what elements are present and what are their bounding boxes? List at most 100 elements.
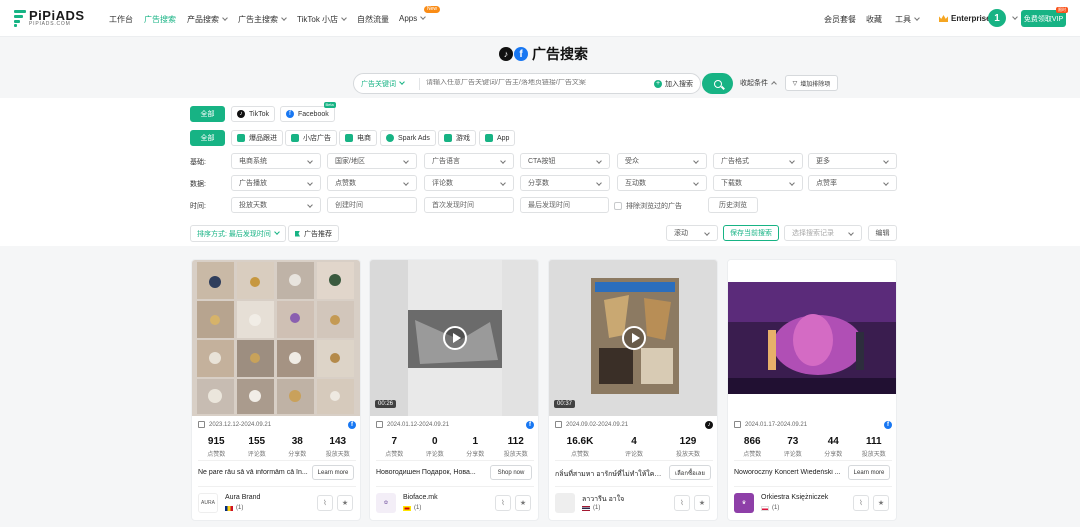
platform-tab-all[interactable]: 全部: [190, 106, 225, 122]
advertiser-name[interactable]: Bioface.mk: [403, 494, 438, 501]
star-icon[interactable]: ★: [337, 495, 353, 511]
type-tab-shop[interactable]: 小店广告: [285, 130, 337, 146]
nav-advertiser-search[interactable]: 广告主搜索: [238, 14, 287, 25]
stat-likes: 7 点赞数: [374, 436, 415, 458]
play-icon[interactable]: [622, 326, 646, 350]
star-icon[interactable]: ★: [515, 495, 531, 511]
search-type-label: 广告关键词: [361, 81, 396, 88]
type-tab-hot[interactable]: 爆品跟进: [231, 130, 283, 146]
nav-membership[interactable]: 会员套餐: [824, 14, 856, 25]
scroll-mode-select[interactable]: 滚动: [666, 225, 718, 241]
type-tab-game[interactable]: 游戏: [438, 130, 476, 146]
search-type-select[interactable]: 广告关键词: [361, 79, 405, 89]
filter-language[interactable]: 广告语言: [424, 153, 514, 169]
ad-card[interactable]: 2023.12.12-2024.09.21 f 915 点赞数 155 评论数 38 分…: [191, 259, 361, 521]
sort-select[interactable]: 排序方式: 最后发现时间: [190, 225, 286, 242]
ad-video-thumbnail[interactable]: 00:37: [549, 260, 717, 416]
analytics-icon[interactable]: ⌇: [853, 495, 869, 511]
filter-comments[interactable]: 评论数: [424, 175, 514, 191]
type-tab-app[interactable]: App: [479, 130, 516, 146]
app-icon: [485, 134, 493, 142]
filter-ecom-system[interactable]: 电商系统: [231, 153, 321, 169]
edit-button[interactable]: 编辑: [868, 225, 897, 241]
chevron-down-icon[interactable]: [1012, 14, 1018, 20]
history-button[interactable]: 历史浏览: [708, 197, 758, 213]
advertiser-name[interactable]: ลาวารีน อาใจ: [582, 494, 624, 505]
filter-interactions[interactable]: 互动数: [617, 175, 707, 191]
platform-tab-tiktok[interactable]: ♪ TikTok: [231, 106, 275, 122]
add-to-search-button[interactable]: + 加入搜索: [654, 79, 693, 89]
type-tab-all[interactable]: 全部: [190, 130, 225, 146]
star-icon[interactable]: ★: [694, 495, 710, 511]
filter-shares[interactable]: 分享数: [520, 175, 610, 191]
stat-label: 评论数: [624, 452, 643, 458]
ad-video-thumbnail[interactable]: 00:26: [370, 260, 538, 416]
type-tab-spark[interactable]: Spark Ads: [380, 130, 436, 146]
nav-favorites[interactable]: 收藏: [866, 14, 882, 25]
exclude-filter-button[interactable]: ▽ 增加排除项: [785, 75, 838, 91]
filter-like-rate[interactable]: 点赞率: [808, 175, 897, 191]
jewelry-collage-image: [197, 262, 354, 414]
collapse-filters-button[interactable]: 收起条件: [740, 78, 777, 88]
filter-first-seen[interactable]: 首次发现时间: [424, 197, 514, 213]
nav-tools[interactable]: 工具: [895, 14, 920, 25]
ad-card[interactable]: 2024.01.17-2024.09.21 f 866 点赞数 73 评论数 44 分享…: [727, 259, 897, 521]
type-tab-ecom[interactable]: 电商: [339, 130, 377, 146]
analytics-icon[interactable]: ⌇: [495, 495, 511, 511]
search-input[interactable]: [426, 79, 646, 86]
search-record-select[interactable]: 选择搜索记录: [784, 225, 862, 241]
filter-downloads[interactable]: 下载数: [713, 175, 803, 191]
filter-country[interactable]: 国家/地区: [327, 153, 417, 169]
calendar-icon: [198, 421, 205, 428]
cta-button[interactable]: เลือกซื้อเลย: [669, 465, 711, 480]
ad-thumbnail-image[interactable]: [192, 260, 360, 416]
ad-stats: 866 点赞数 73 评论数 44 分享数 111 投放天数: [732, 436, 894, 458]
nav-product-search[interactable]: 产品搜索: [187, 14, 228, 25]
pipiads-logo[interactable]: PiPiADS PIPIADS.COM: [14, 9, 85, 27]
cta-button[interactable]: Learn more: [848, 465, 890, 480]
nav-workbench[interactable]: 工作台: [109, 14, 133, 25]
ad-card[interactable]: 00:26 2024.01.12-2024.09.21 f 7 点赞数 0 评论数 1…: [369, 259, 539, 521]
ad-card[interactable]: 00:37 2024.09.02-2024.09.21 ♪ 16.6K 点赞数 4 评…: [548, 259, 718, 521]
video-duration: 00:37: [554, 400, 576, 408]
analytics-icon[interactable]: ⌇: [317, 495, 333, 511]
romania-flag-icon: [225, 505, 233, 511]
filter-plays[interactable]: 广告播放: [231, 175, 321, 191]
advertiser-name[interactable]: Orkiestra Księżniczek: [761, 494, 828, 501]
filter-cta[interactable]: CTA按钮: [520, 153, 610, 169]
filter-audience[interactable]: 受众: [617, 153, 707, 169]
filter-created-time[interactable]: 创建时间: [327, 197, 417, 213]
page-title: ♪ f 广告搜索: [499, 44, 588, 64]
ad-description: กลิ่นที่สามหา อารักษ์ที่ไม่ทำให้ใคร 😍...: [555, 471, 665, 478]
filter-more[interactable]: 更多: [808, 153, 897, 169]
play-icon[interactable]: [443, 326, 467, 350]
nav-organic-traffic[interactable]: 自然流量: [357, 14, 389, 25]
search-button[interactable]: [702, 73, 733, 94]
nav-apps[interactable]: Apps: [399, 14, 427, 23]
exclude-viewed-checkbox[interactable]: 排除浏览过的广告: [614, 201, 682, 211]
nav-tiktok-shop[interactable]: TikTok 小店: [297, 14, 347, 25]
ad-recommend-button[interactable]: 广告推荐: [288, 225, 339, 242]
save-search-button[interactable]: 保存当前搜索: [723, 225, 779, 241]
advertiser-name[interactable]: Aura Brand: [225, 494, 260, 501]
filter-likes[interactable]: 点赞数: [327, 175, 417, 191]
platform-tab-facebook[interactable]: f Facebook Beta: [280, 102, 336, 122]
filter-last-seen[interactable]: 最后发现时间: [520, 197, 609, 213]
analytics-icon[interactable]: ⌇: [674, 495, 690, 511]
stat-value: 7: [391, 436, 398, 447]
star-icon[interactable]: ★: [873, 495, 889, 511]
free-vip-button[interactable]: 免费领取VIP 限时: [1021, 7, 1068, 27]
nav-ad-search[interactable]: 广告搜索: [144, 14, 176, 25]
cta-button[interactable]: Learn more: [312, 465, 354, 480]
filter-ad-format[interactable]: 广告格式: [713, 153, 803, 169]
flag-icon: [295, 230, 300, 237]
stat-label: 投放天数: [503, 452, 528, 458]
cta-button[interactable]: Shop now: [490, 465, 532, 480]
filter-days-running[interactable]: 投放天数: [231, 197, 321, 213]
user-avatar[interactable]: 1: [988, 9, 1006, 27]
filter-country-label: 国家/地区: [335, 158, 365, 165]
video-duration: 00:26: [375, 400, 397, 408]
stat-value: 73: [787, 436, 799, 447]
plan-badge[interactable]: Enterprise: [939, 14, 991, 23]
ad-thumbnail-image[interactable]: [728, 260, 896, 416]
